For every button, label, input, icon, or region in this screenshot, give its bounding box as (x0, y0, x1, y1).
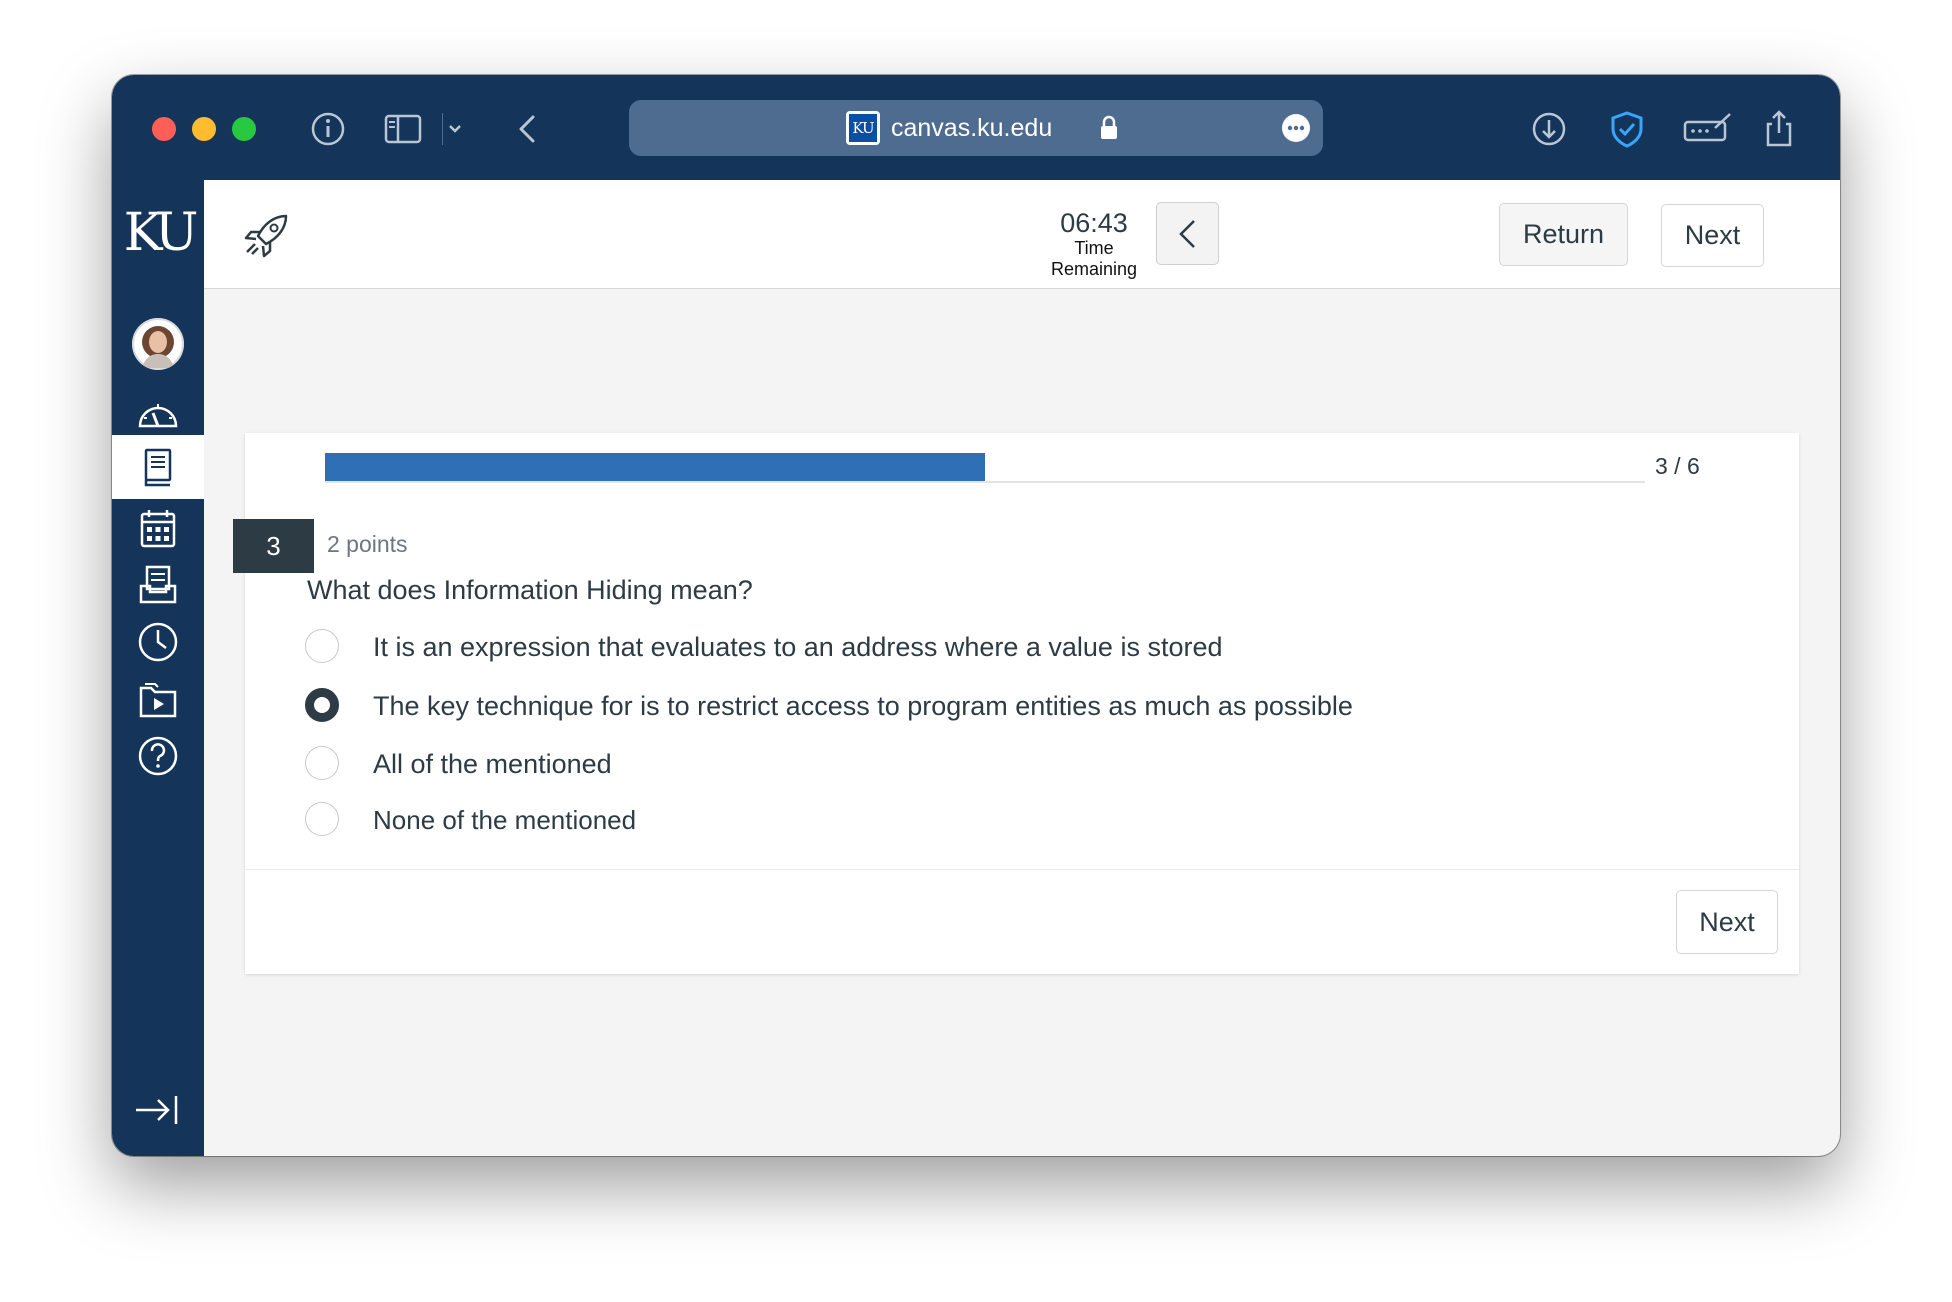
chevron-down-icon[interactable] (442, 108, 466, 150)
clock-icon (138, 622, 178, 662)
progress-bar-fill (325, 453, 985, 481)
sidebar-item-courses[interactable] (112, 435, 204, 499)
zoom-window-button[interactable] (232, 117, 256, 141)
answer-label[interactable]: It is an expression that evaluates to an… (373, 632, 1223, 663)
timer-toggle-button[interactable] (1156, 202, 1219, 265)
question-points: 2 points (327, 531, 408, 557)
account-avatar[interactable] (132, 318, 184, 370)
rocket-icon (244, 214, 288, 258)
courses-icon (144, 448, 172, 487)
answer-radio[interactable] (305, 746, 339, 780)
lock-icon (1101, 115, 1117, 139)
sidebar-item-calendar[interactable] (112, 494, 204, 558)
timer-value: 06:43 (1060, 208, 1128, 238)
progress-bar (325, 453, 1645, 483)
progress-text: 3 / 6 (1655, 453, 1700, 479)
downloads-icon[interactable] (1528, 108, 1570, 150)
global-navigation: KU (112, 180, 204, 1156)
timer-label: Time Remaining (1050, 238, 1138, 279)
password-icon[interactable] (1682, 108, 1734, 150)
more-options-icon[interactable] (1281, 113, 1311, 143)
site-favicon: KU (846, 111, 880, 145)
answer-label[interactable]: The key technique for is to restrict acc… (373, 691, 1353, 722)
info-icon[interactable] (307, 108, 349, 150)
chevron-left-icon (1179, 220, 1195, 248)
favicon-text: KU (849, 114, 877, 142)
sidebar-item-history[interactable] (112, 607, 204, 671)
answer-option[interactable]: The key technique for is to restrict acc… (305, 685, 1505, 725)
close-window-button[interactable] (152, 117, 176, 141)
shield-icon[interactable] (1606, 108, 1648, 150)
answer-label[interactable]: All of the mentioned (373, 749, 612, 780)
url-text: canvas.ku.edu (891, 114, 1053, 142)
answer-option[interactable]: All of the mentioned (305, 743, 1505, 783)
sidebar-toggle-icon[interactable] (382, 108, 424, 150)
question-card: 3 / 6 3 2 points What does Information H… (233, 433, 1799, 975)
answer-radio-selected[interactable] (305, 688, 339, 722)
return-button[interactable]: Return (1499, 203, 1628, 266)
avatar-icon (132, 318, 184, 370)
footer-next-button[interactable]: Next (1676, 890, 1778, 954)
quiz-header: 06:43 Time Remaining Return Next (204, 180, 1840, 289)
answer-option[interactable]: None of the mentioned (305, 799, 1505, 839)
browser-toolbar: KU canvas.ku.edu (112, 75, 1840, 180)
browser-window: KU canvas.ku.edu KU 06:43 Time Remaining… (112, 75, 1840, 1156)
question-number-badge: 3 (233, 519, 314, 573)
studio-icon (139, 683, 177, 718)
question-text: What does Information Hiding mean? (307, 575, 753, 605)
answer-label[interactable]: None of the mentioned (373, 805, 636, 836)
back-icon[interactable] (508, 108, 550, 150)
header-next-button[interactable]: Next (1661, 204, 1764, 267)
collapse-navigation-icon[interactable] (132, 1092, 182, 1128)
calendar-icon (140, 510, 176, 548)
answer-radio[interactable] (305, 629, 339, 663)
sidebar-item-studio[interactable] (112, 664, 204, 728)
help-icon (138, 736, 178, 776)
ku-logo[interactable]: KU (118, 198, 199, 268)
share-icon[interactable] (1758, 108, 1800, 150)
minimize-window-button[interactable] (192, 117, 216, 141)
address-bar[interactable]: KU canvas.ku.edu (629, 100, 1323, 156)
answer-radio[interactable] (305, 802, 339, 836)
question-footer: Next (245, 869, 1799, 975)
dashboard-icon (138, 404, 178, 428)
sidebar-item-inbox[interactable] (112, 550, 204, 614)
sidebar-item-help[interactable] (112, 721, 204, 785)
inbox-icon (139, 565, 177, 604)
answer-option[interactable]: It is an expression that evaluates to an… (305, 626, 1505, 666)
